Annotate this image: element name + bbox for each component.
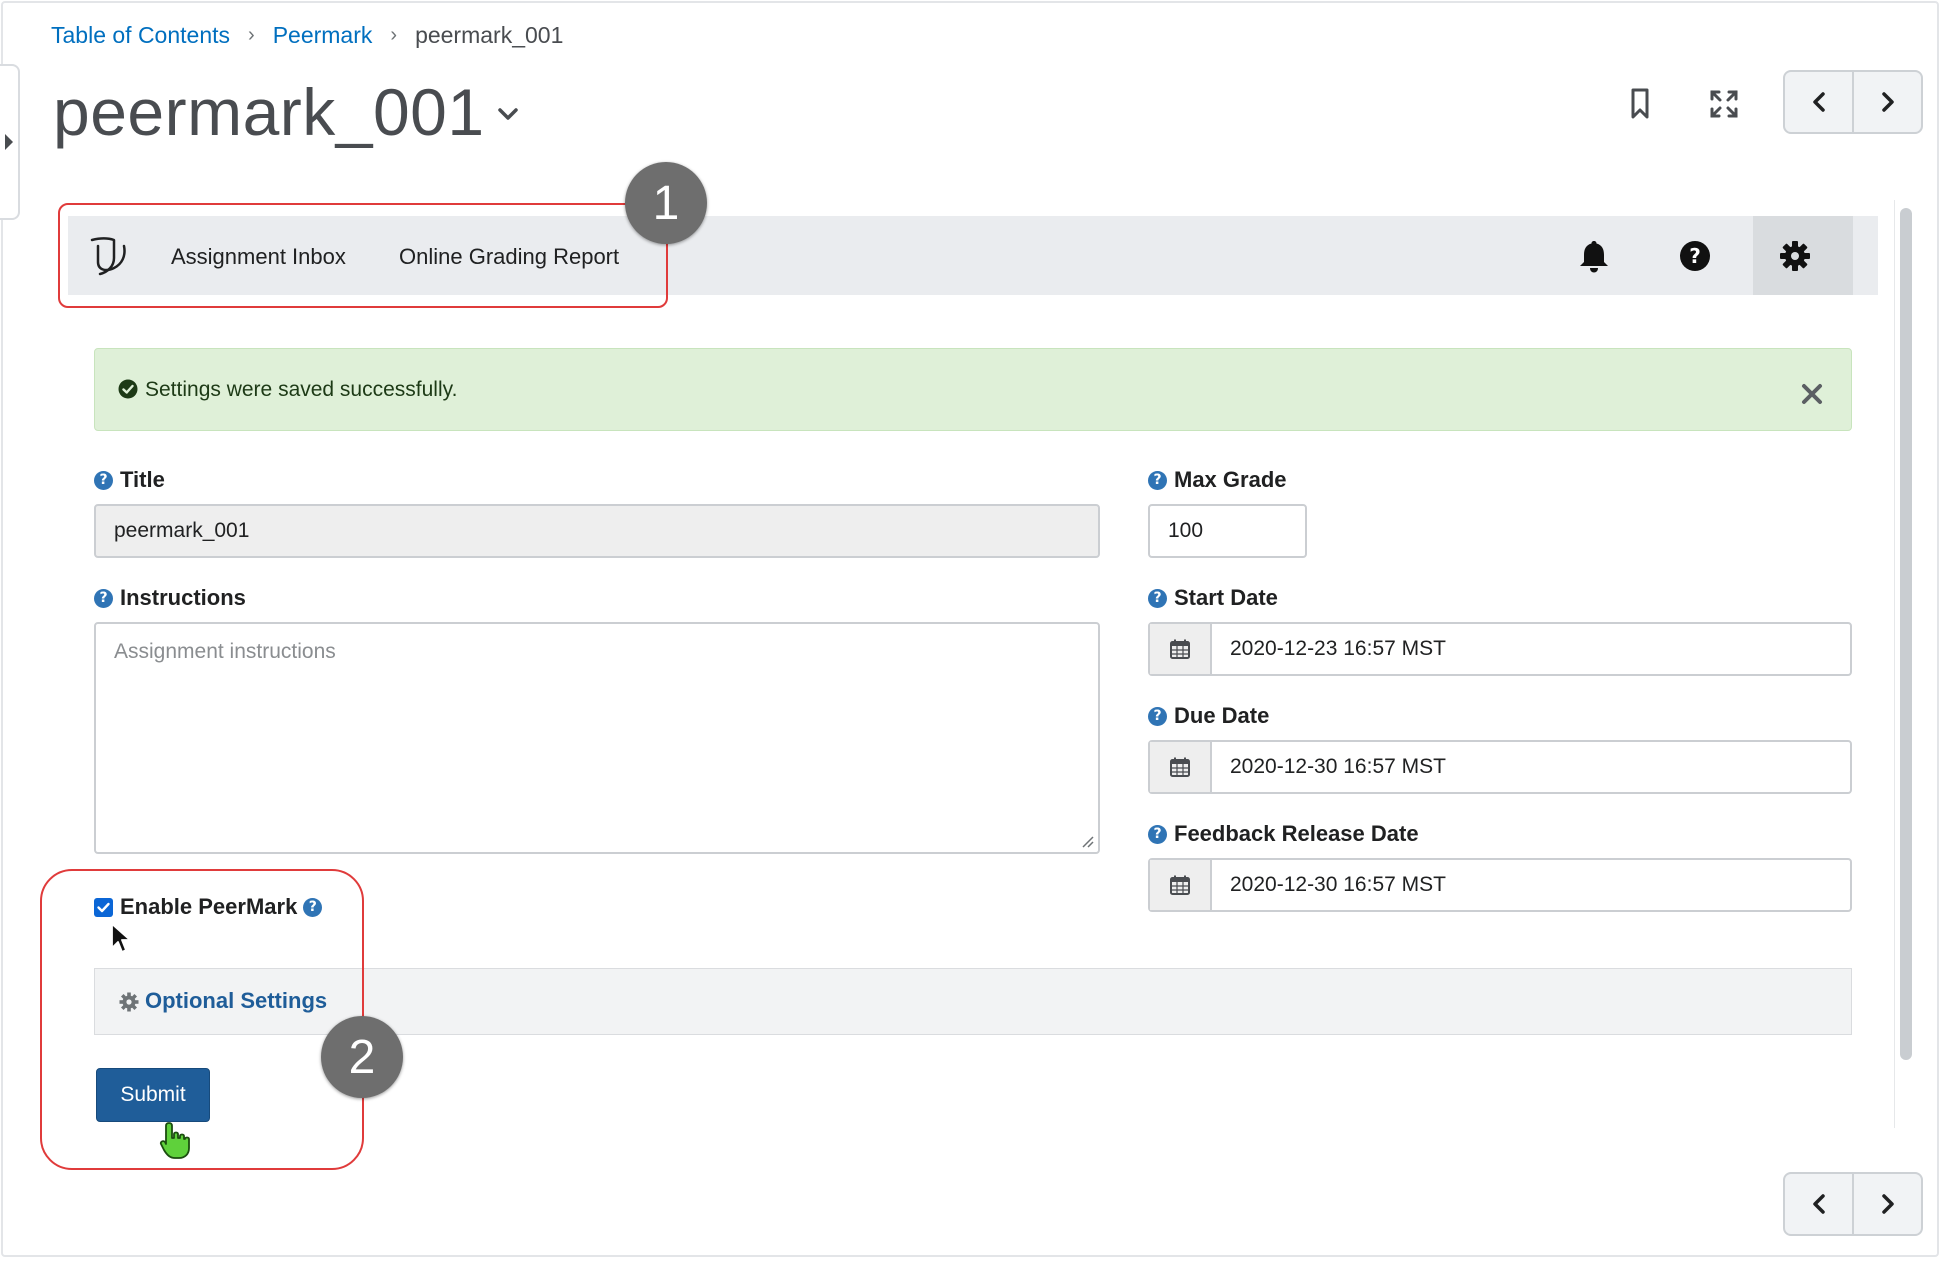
help-circle-icon[interactable]: ? xyxy=(1148,824,1167,844)
help-circle-icon[interactable]: ? xyxy=(94,588,113,608)
help-circle-icon[interactable]: ? xyxy=(1148,470,1167,490)
topic-nav xyxy=(1783,70,1923,134)
help-circle-icon[interactable]: ? xyxy=(94,470,113,490)
check-circle-icon xyxy=(118,379,138,399)
caret-right-icon xyxy=(5,134,13,150)
calendar-icon[interactable] xyxy=(1150,624,1212,674)
instructions-placeholder: Assignment instructions xyxy=(114,640,336,663)
page-title: peermark_001 xyxy=(53,75,485,149)
chevron-left-icon xyxy=(1812,1194,1825,1214)
alert-message: Settings were saved successfully. xyxy=(145,378,458,401)
resize-handle-icon xyxy=(1082,836,1094,848)
help-circle-icon[interactable]: ? xyxy=(1148,706,1167,726)
step-badge-1: 1 xyxy=(625,162,707,244)
next-topic-button[interactable] xyxy=(1852,72,1921,132)
start-date-field: 2020-12-23 16:57 MST xyxy=(1148,622,1852,676)
feedback-release-date-field: 2020-12-30 16:57 MST xyxy=(1148,858,1852,912)
highlight-box-1 xyxy=(58,203,668,308)
previous-topic-button[interactable] xyxy=(1785,72,1852,132)
calendar-icon[interactable] xyxy=(1150,860,1212,910)
fullscreen-icon[interactable] xyxy=(1704,84,1744,124)
breadcrumb-peermark[interactable]: Peermark xyxy=(273,22,373,49)
breadcrumb-separator: › xyxy=(390,24,398,46)
svg-text:?: ? xyxy=(1689,244,1701,268)
max-grade-input[interactable]: 100 xyxy=(1148,504,1307,558)
instructions-textarea[interactable]: Assignment instructions xyxy=(94,622,1100,854)
instructions-label: ? Instructions xyxy=(94,585,246,611)
feedback-release-date-input[interactable]: 2020-12-30 16:57 MST xyxy=(1212,860,1446,910)
breadcrumb-table-of-contents[interactable]: Table of Contents xyxy=(51,22,230,49)
feedback-release-date-label: ? Feedback Release Date xyxy=(1148,821,1419,847)
due-date-input[interactable]: 2020-12-30 16:57 MST xyxy=(1212,742,1446,792)
step-badge-2: 2 xyxy=(321,1016,403,1098)
title-label: ? Title xyxy=(94,467,165,493)
start-date-input[interactable]: 2020-12-23 16:57 MST xyxy=(1212,624,1446,674)
calendar-icon[interactable] xyxy=(1150,742,1212,792)
breadcrumb-current: peermark_001 xyxy=(415,22,564,48)
chevron-right-icon xyxy=(1881,92,1894,112)
chevron-down-icon[interactable] xyxy=(494,100,522,128)
gear-icon[interactable] xyxy=(1777,238,1813,274)
scrollbar-thumb[interactable] xyxy=(1900,208,1912,1060)
bottom-topic-nav xyxy=(1783,1172,1923,1236)
chevron-left-icon xyxy=(1812,92,1825,112)
due-date-field: 2020-12-30 16:57 MST xyxy=(1148,740,1852,794)
close-icon[interactable] xyxy=(1798,380,1826,408)
next-topic-button-bottom[interactable] xyxy=(1852,1174,1921,1234)
max-grade-label: ? Max Grade xyxy=(1148,467,1287,493)
breadcrumb-separator: › xyxy=(248,24,255,46)
breadcrumb: Table of Contents › Peermark › peermark_… xyxy=(51,22,563,49)
bookmark-icon[interactable] xyxy=(1624,84,1656,124)
start-date-label: ? Start Date xyxy=(1148,585,1278,611)
bell-icon[interactable] xyxy=(1576,238,1612,274)
due-date-label: ? Due Date xyxy=(1148,703,1269,729)
chevron-right-icon xyxy=(1881,1194,1894,1214)
highlight-box-2 xyxy=(40,869,364,1170)
help-icon[interactable]: ? xyxy=(1677,238,1713,274)
sidebar-toggle[interactable] xyxy=(0,64,20,220)
title-input[interactable]: peermark_001 xyxy=(94,504,1100,558)
previous-topic-button-bottom[interactable] xyxy=(1785,1174,1852,1234)
help-circle-icon[interactable]: ? xyxy=(1148,588,1167,608)
